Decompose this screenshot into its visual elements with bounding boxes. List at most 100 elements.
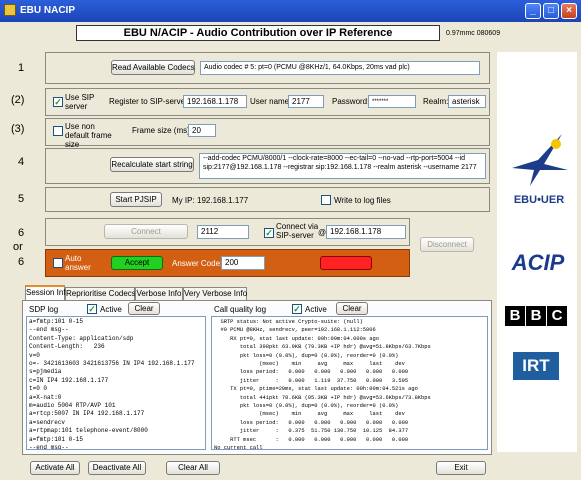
row-number-5: 5 (18, 193, 25, 205)
sdp-log-label: SDP log (29, 305, 59, 314)
page-title: EBU N/ACIP - Audio Contribution over IP … (76, 25, 440, 41)
row-number-3: (3) (11, 123, 25, 135)
maximize-icon: □ (547, 5, 555, 16)
tab-verbose-info[interactable]: Verbose Info (135, 287, 183, 300)
auto-answer-label: Auto answer (65, 254, 91, 272)
start-string-field[interactable]: --add-codec PCMU/8000/1 --clock-rate=800… (199, 153, 486, 179)
auto-answer-checkbox[interactable] (53, 258, 63, 268)
sdp-log-line: Content-Length: 236 (29, 343, 105, 351)
call-log-text[interactable]: SRTP status: Not active Crypto-suite: (n… (211, 316, 488, 450)
use-sip-checkbox[interactable]: ✓ (53, 97, 63, 107)
frame-size-input[interactable]: 20 (188, 124, 216, 137)
sdp-log-line: --end msg-- (29, 444, 69, 450)
realm-label: Realm: (423, 97, 449, 106)
write-log-checkbox[interactable] (321, 195, 331, 205)
sdp-log-line: a=X-nat:0 (29, 393, 62, 401)
recalculate-button[interactable]: Recalculate start string (110, 157, 194, 172)
sdp-log-line: a=fmtp:101 0-15 (29, 318, 84, 325)
realm-input[interactable]: asterisk (448, 95, 486, 108)
deactivate-all-button[interactable]: Deactivate All (88, 461, 146, 475)
call-log-line: pkt loss=0 (0.0%), dup=0 (0.0%), reorder… (214, 403, 399, 410)
call-log-line: No current call (214, 445, 263, 450)
call-active-checkbox[interactable]: ✓ (292, 304, 302, 314)
clear-all-button[interactable]: Clear All (166, 461, 220, 475)
sdp-active-checkbox[interactable]: ✓ (87, 304, 97, 314)
connect-button[interactable]: Connect (104, 224, 188, 239)
register-label: Register to SIP-server: (109, 97, 190, 106)
non-default-frame-checkbox[interactable] (53, 126, 63, 136)
bbc-letter-b1: B (505, 306, 525, 326)
call-log-line: loss period: 0.000 0.000 0.000 0.000 0.0… (214, 419, 409, 426)
password-label: Password: (332, 97, 370, 106)
sdp-clear-button[interactable]: Clear (128, 302, 160, 315)
sdp-log-line: m=audio 5004 RTP/AVP 101 (29, 402, 116, 410)
call-log-line: (msec) min avg max last dev (214, 411, 405, 418)
row-number-1: 1 (18, 62, 25, 74)
call-log-line: loss period: 0.000 0.000 0.000 0.000 0.0… (214, 369, 409, 376)
my-ip-label: My IP: (172, 196, 195, 205)
close-icon: × (566, 5, 572, 16)
close-button[interactable]: × (561, 3, 577, 19)
my-ip-value: 192.168.1.177 (197, 196, 249, 205)
call-log-line: (msec) min avg max last dev (214, 361, 405, 368)
exit-button[interactable]: Exit (436, 461, 486, 475)
call-log-line: total 441pkt 70.6KB (95.3KB +IP hdr) @av… (214, 394, 431, 401)
check-icon: ✓ (293, 304, 301, 314)
sdp-log-line: a=rtcp:5007 IN IP4 192.168.1.177 (29, 410, 145, 418)
bbc-letter-c: C (547, 306, 567, 326)
minimize-button[interactable]: _ (525, 3, 541, 19)
tab-very-verbose-info[interactable]: Very Verbose Info (183, 287, 247, 300)
sdp-log-line: a=rtpmap:101 telephone-event/8000 (29, 427, 148, 435)
sdp-log-text[interactable]: a=fmtp:101 0-15 --end msg-- Content-Type: … (26, 316, 206, 450)
irt-logo: IRT (513, 352, 559, 380)
check-icon: ✓ (88, 304, 96, 314)
frame-size-label: Frame size (ms): (132, 126, 192, 135)
sdp-log-line: s=pjmedia (29, 368, 62, 376)
sip-server-input[interactable]: 192.168.1.178 (183, 95, 247, 108)
check-icon: ✓ (54, 97, 62, 107)
call-clear-button[interactable]: Clear (336, 302, 368, 315)
tab-session-info[interactable]: Session Info (25, 285, 70, 300)
sdp-log-line: o=- 3421613603 3421613756 IN IP4 192.168… (29, 360, 195, 368)
row-number-4: 4 (18, 156, 25, 168)
call-log-line: TX pt=0, ptime=20ms, stat last update: 0… (214, 386, 418, 393)
title-bar[interactable]: EBU NACIP _ □ × (0, 0, 581, 22)
sdp-log-line: --end msg-- (29, 326, 69, 334)
row-number-6-top: 6 (18, 227, 25, 239)
ebu-logo: EBU•UER (504, 130, 574, 210)
tab-reprioritise-codecs[interactable]: Reprioritise Codecs (65, 287, 136, 300)
minimize-icon: _ (530, 5, 536, 16)
sdp-log-line: c=IN IP4 192.168.1.177 (29, 376, 109, 384)
row-number-6-bottom: 6 (18, 256, 25, 268)
row-number-2: (2) (11, 94, 25, 106)
call-log-line: RX pt=0, stat last update: 00h:00m:04.00… (214, 335, 379, 342)
username-input[interactable]: 2177 (288, 95, 324, 108)
read-codecs-button[interactable]: Read Available Codecs (111, 60, 195, 75)
sdp-active-label: Active (100, 305, 122, 314)
window-title: EBU NACIP (20, 5, 76, 16)
password-input[interactable]: ******* (368, 95, 416, 108)
sdp-log-line: Content-Type: application/sdp (29, 334, 134, 342)
connect-via-label: Connect via SIP-server (276, 222, 319, 240)
answer-code-input[interactable]: 200 (221, 256, 265, 270)
reject-button[interactable]: Reject (320, 256, 372, 270)
call-log-line: jitter : 0.000 1.119 37.750 0.000 3.595 (214, 377, 409, 384)
connect-via-sip-checkbox[interactable]: ✓ (264, 228, 274, 238)
sdp-log-line: v=0 (29, 351, 40, 359)
connect-target-input[interactable]: 2112 (197, 225, 249, 239)
disconnect-button[interactable]: Disconnect (420, 237, 474, 252)
use-sip-label: Use SIP server (65, 93, 95, 111)
maximize-button[interactable]: □ (543, 3, 559, 19)
call-active-label: Active (305, 305, 327, 314)
version-label: 0.97mmc 080609 (446, 30, 501, 37)
connect-server-input[interactable]: 192.168.1.178 (326, 225, 406, 239)
at-label: @ (318, 228, 327, 237)
call-log-line: RTT msec : 0.000 0.000 0.000 0.000 0.000 (214, 436, 409, 443)
start-pjsip-button[interactable]: Start PJSIP (110, 192, 162, 207)
check-icon: ✓ (265, 228, 273, 238)
app-icon (4, 4, 16, 16)
activate-all-button[interactable]: Activate All (30, 461, 80, 475)
codec-select[interactable]: Audio codec # 5: pt=0 (PCMU @8KHz/1, 64.… (200, 61, 480, 75)
accept-button[interactable]: Accept (111, 256, 163, 270)
non-default-frame-label: Use non default frame size (65, 122, 112, 149)
